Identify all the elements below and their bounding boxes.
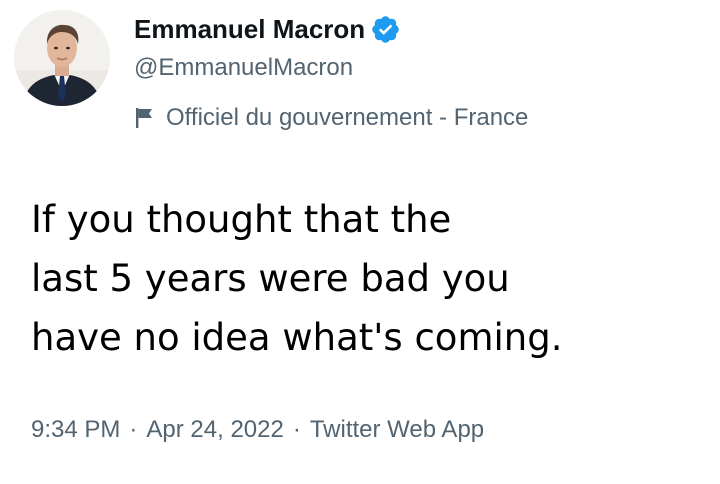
author-display-name[interactable]: Emmanuel Macron xyxy=(134,14,365,45)
flag-icon xyxy=(134,106,156,130)
affiliation-label: Officiel du gouvernement - France xyxy=(134,103,528,133)
tweet-text-line: last 5 years were bad you xyxy=(31,257,510,300)
verified-badge-icon xyxy=(370,14,401,45)
tweet-text-line: have no idea what's coming. xyxy=(31,316,563,359)
author-name-row: Emmanuel Macron xyxy=(134,12,401,46)
meta-separator: · xyxy=(292,416,301,443)
author-handle[interactable]: @EmmanuelMacron xyxy=(134,54,353,82)
tweet-text: If you thought that the last 5 years wer… xyxy=(31,190,691,367)
meta-separator: · xyxy=(129,416,138,443)
avatar-portrait xyxy=(14,10,110,106)
tweet-source[interactable]: Twitter Web App xyxy=(310,416,484,444)
affiliation-text: Officiel du gouvernement - France xyxy=(166,104,529,131)
tweet-text-line: If you thought that the xyxy=(31,198,452,241)
tweet-time[interactable]: 9:34 PM xyxy=(31,416,120,444)
tweet-card: Emmanuel Macron @EmmanuelMacron Officiel… xyxy=(0,0,720,484)
tweet-meta: 9:34 PM · Apr 24, 2022 · Twitter Web App xyxy=(31,414,484,446)
avatar[interactable] xyxy=(14,10,110,106)
tweet-date[interactable]: Apr 24, 2022 xyxy=(146,416,283,444)
